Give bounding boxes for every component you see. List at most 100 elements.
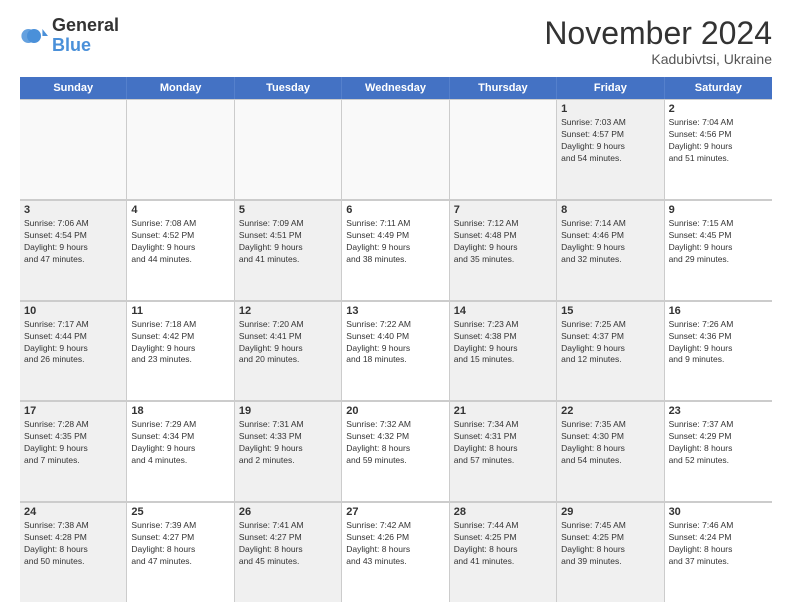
calendar-cell-r4-c2: 26Sunrise: 7:41 AMSunset: 4:27 PMDayligh… (235, 503, 342, 602)
day-number: 20 (346, 405, 444, 417)
day-number: 7 (454, 204, 552, 216)
page: GeneralBlue November 2024 Kadubivtsi, Uk… (0, 0, 792, 612)
day-number: 28 (454, 506, 552, 518)
day-info: Sunrise: 7:22 AMSunset: 4:40 PMDaylight:… (346, 319, 444, 367)
calendar-cell-r3-c0: 17 Sunrise: 7:28 AMSunset: 4:35 PMDayligh… (20, 402, 127, 501)
calendar-cell-r4-c1: 25Sunrise: 7:39 AMSunset: 4:27 PMDayligh… (127, 503, 234, 602)
calendar-cell-r3-c5: 22 Sunrise: 7:35 AMSunset: 4:30 PMDayligh… (557, 402, 664, 501)
day-info: Sunrise: 7:08 AMSunset: 4:52 PMDaylight:… (131, 218, 229, 266)
header-friday: Friday (557, 77, 664, 99)
day-number: 16 (669, 305, 768, 317)
day-info: Sunrise: 7:37 AMSunset: 4:29 PMDaylight:… (669, 419, 768, 467)
day-info: Sunrise: 7:38 AMSunset: 4:28 PMDaylight:… (24, 520, 122, 568)
header-saturday: Saturday (665, 77, 772, 99)
calendar-cell-r4-c6: 30 Sunrise: 7:46 AMSunset: 4:24 PMDayligh… (665, 503, 772, 602)
calendar-row-1: 3Sunrise: 7:06 AMSunset: 4:54 PMDaylight… (20, 200, 772, 301)
calendar-cell-r1-c3: 6Sunrise: 7:11 AMSunset: 4:49 PMDaylight… (342, 201, 449, 300)
day-info: Sunrise: 7:06 AMSunset: 4:54 PMDaylight:… (24, 218, 122, 266)
day-info: Sunrise: 7:03 AMSunset: 4:57 PMDaylight:… (561, 117, 659, 165)
calendar: Sunday Monday Tuesday Wednesday Thursday… (20, 77, 772, 602)
logo-text: GeneralBlue (52, 16, 119, 56)
day-number: 26 (239, 506, 337, 518)
calendar-cell-r1-c5: 8 Sunrise: 7:14 AMSunset: 4:46 PMDaylight… (557, 201, 664, 300)
calendar-cell-r3-c3: 20 Sunrise: 7:32 AMSunset: 4:32 PMDayligh… (342, 402, 449, 501)
day-number: 9 (669, 204, 768, 216)
day-number: 10 (24, 305, 122, 317)
calendar-cell-r1-c2: 5 Sunrise: 7:09 AMSunset: 4:51 PMDaylight… (235, 201, 342, 300)
day-number: 17 (24, 405, 122, 417)
day-number: 4 (131, 204, 229, 216)
calendar-cell-r0-c3 (342, 100, 449, 199)
day-number: 13 (346, 305, 444, 317)
calendar-cell-r3-c1: 18Sunrise: 7:29 AMSunset: 4:34 PMDayligh… (127, 402, 234, 501)
day-number: 6 (346, 204, 444, 216)
logo: GeneralBlue (20, 16, 119, 56)
calendar-cell-r4-c0: 24 Sunrise: 7:38 AMSunset: 4:28 PMDayligh… (20, 503, 127, 602)
day-info: Sunrise: 7:29 AMSunset: 4:34 PMDaylight:… (131, 419, 229, 467)
day-number: 24 (24, 506, 122, 518)
day-number: 22 (561, 405, 659, 417)
day-number: 30 (669, 506, 768, 518)
header-sunday: Sunday (20, 77, 127, 99)
day-info: Sunrise: 7:35 AMSunset: 4:30 PMDaylight:… (561, 419, 659, 467)
location: Kadubivtsi, Ukraine (544, 51, 772, 67)
calendar-cell-r0-c2 (235, 100, 342, 199)
calendar-cell-r1-c6: 9 Sunrise: 7:15 AMSunset: 4:45 PMDaylight… (665, 201, 772, 300)
day-info: Sunrise: 7:12 AMSunset: 4:48 PMDaylight:… (454, 218, 552, 266)
calendar-cell-r4-c4: 28Sunrise: 7:44 AMSunset: 4:25 PMDayligh… (450, 503, 557, 602)
day-info: Sunrise: 7:31 AMSunset: 4:33 PMDaylight:… (239, 419, 337, 467)
calendar-cell-r2-c5: 15Sunrise: 7:25 AMSunset: 4:37 PMDayligh… (557, 302, 664, 401)
day-number: 5 (239, 204, 337, 216)
header-wednesday: Wednesday (342, 77, 449, 99)
title-block: November 2024 Kadubivtsi, Ukraine (544, 16, 772, 67)
calendar-cell-r2-c2: 12 Sunrise: 7:20 AMSunset: 4:41 PMDayligh… (235, 302, 342, 401)
day-number: 19 (239, 405, 337, 417)
day-info: Sunrise: 7:23 AMSunset: 4:38 PMDaylight:… (454, 319, 552, 367)
header-monday: Monday (127, 77, 234, 99)
calendar-cell-r1-c4: 7 Sunrise: 7:12 AMSunset: 4:48 PMDaylight… (450, 201, 557, 300)
day-info: Sunrise: 7:42 AMSunset: 4:26 PMDaylight:… (346, 520, 444, 568)
day-info: Sunrise: 7:28 AMSunset: 4:35 PMDaylight:… (24, 419, 122, 467)
calendar-cell-r2-c1: 11 Sunrise: 7:18 AMSunset: 4:42 PMDayligh… (127, 302, 234, 401)
day-info: Sunrise: 7:20 AMSunset: 4:41 PMDaylight:… (239, 319, 337, 367)
day-info: Sunrise: 7:14 AMSunset: 4:46 PMDaylight:… (561, 218, 659, 266)
day-info: Sunrise: 7:25 AMSunset: 4:37 PMDaylight:… (561, 319, 659, 367)
calendar-cell-r4-c5: 29Sunrise: 7:45 AMSunset: 4:25 PMDayligh… (557, 503, 664, 602)
day-number: 11 (131, 305, 229, 317)
calendar-cell-r2-c6: 16Sunrise: 7:26 AMSunset: 4:36 PMDayligh… (665, 302, 772, 401)
calendar-header: Sunday Monday Tuesday Wednesday Thursday… (20, 77, 772, 99)
logo-blue: Blue (52, 35, 91, 55)
day-info: Sunrise: 7:18 AMSunset: 4:42 PMDaylight:… (131, 319, 229, 367)
day-info: Sunrise: 7:46 AMSunset: 4:24 PMDaylight:… (669, 520, 768, 568)
header-thursday: Thursday (450, 77, 557, 99)
calendar-row-0: 1 Sunrise: 7:03 AMSunset: 4:57 PMDaylight… (20, 99, 772, 200)
day-number: 21 (454, 405, 552, 417)
day-info: Sunrise: 7:32 AMSunset: 4:32 PMDaylight:… (346, 419, 444, 467)
calendar-cell-r0-c5: 1 Sunrise: 7:03 AMSunset: 4:57 PMDaylight… (557, 100, 664, 199)
calendar-cell-r3-c4: 21 Sunrise: 7:34 AMSunset: 4:31 PMDayligh… (450, 402, 557, 501)
day-number: 14 (454, 305, 552, 317)
day-info: Sunrise: 7:15 AMSunset: 4:45 PMDaylight:… (669, 218, 768, 266)
calendar-cell-r1-c0: 3Sunrise: 7:06 AMSunset: 4:54 PMDaylight… (20, 201, 127, 300)
day-info: Sunrise: 7:45 AMSunset: 4:25 PMDaylight:… (561, 520, 659, 568)
calendar-cell-r0-c6: 2Sunrise: 7:04 AMSunset: 4:56 PMDaylight… (665, 100, 772, 199)
calendar-cell-r2-c3: 13 Sunrise: 7:22 AMSunset: 4:40 PMDayligh… (342, 302, 449, 401)
month-title: November 2024 (544, 16, 772, 51)
day-info: Sunrise: 7:09 AMSunset: 4:51 PMDaylight:… (239, 218, 337, 266)
calendar-cell-r4-c3: 27 Sunrise: 7:42 AMSunset: 4:26 PMDayligh… (342, 503, 449, 602)
calendar-cell-r3-c6: 23Sunrise: 7:37 AMSunset: 4:29 PMDayligh… (665, 402, 772, 501)
calendar-row-4: 24 Sunrise: 7:38 AMSunset: 4:28 PMDayligh… (20, 502, 772, 602)
calendar-cell-r2-c0: 10Sunrise: 7:17 AMSunset: 4:44 PMDayligh… (20, 302, 127, 401)
day-number: 8 (561, 204, 659, 216)
day-info: Sunrise: 7:39 AMSunset: 4:27 PMDaylight:… (131, 520, 229, 568)
day-number: 2 (669, 103, 768, 115)
header-tuesday: Tuesday (235, 77, 342, 99)
day-number: 12 (239, 305, 337, 317)
calendar-cell-r0-c1 (127, 100, 234, 199)
calendar-row-3: 17 Sunrise: 7:28 AMSunset: 4:35 PMDayligh… (20, 401, 772, 502)
calendar-row-2: 10Sunrise: 7:17 AMSunset: 4:44 PMDayligh… (20, 301, 772, 402)
day-number: 27 (346, 506, 444, 518)
header: GeneralBlue November 2024 Kadubivtsi, Uk… (20, 16, 772, 67)
day-number: 1 (561, 103, 659, 115)
day-info: Sunrise: 7:34 AMSunset: 4:31 PMDaylight:… (454, 419, 552, 467)
